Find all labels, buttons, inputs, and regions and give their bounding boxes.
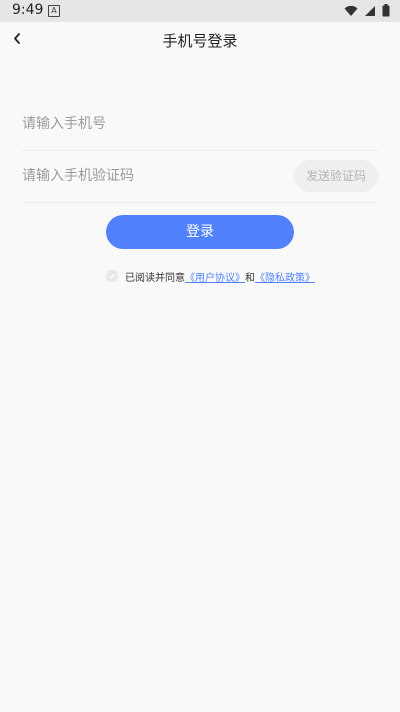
phone-input[interactable] (22, 98, 378, 150)
verification-code-input[interactable] (22, 150, 282, 202)
login-button[interactable]: 登录 (106, 215, 294, 249)
send-code-button[interactable]: 发送验证码 (294, 160, 378, 192)
signal-icon (365, 5, 375, 16)
agree-checkbox[interactable] (106, 270, 118, 282)
a-notification-icon: A (48, 5, 60, 17)
agreement-and: 和 (245, 272, 255, 284)
agreement-row: 已阅读并同意 《用户协议》 和 《隐私政策》 (106, 268, 315, 284)
agreement-prefix: 已阅读并同意 (125, 272, 185, 284)
check-icon (108, 273, 116, 279)
privacy-policy-link[interactable]: 《隐私政策》 (255, 269, 315, 284)
status-bar: 9:49 A (0, 0, 400, 22)
battery-icon (382, 4, 390, 17)
user-agreement-link[interactable]: 《用户协议》 (185, 269, 245, 284)
page-title: 手机号登录 (162, 32, 238, 50)
status-icons (344, 4, 390, 17)
header: 手机号登录 (0, 22, 400, 58)
status-time: 9:49 (12, 2, 44, 18)
wifi-icon (344, 5, 358, 16)
phone-field (22, 98, 378, 151)
code-field: 发送验证码 (22, 150, 378, 203)
